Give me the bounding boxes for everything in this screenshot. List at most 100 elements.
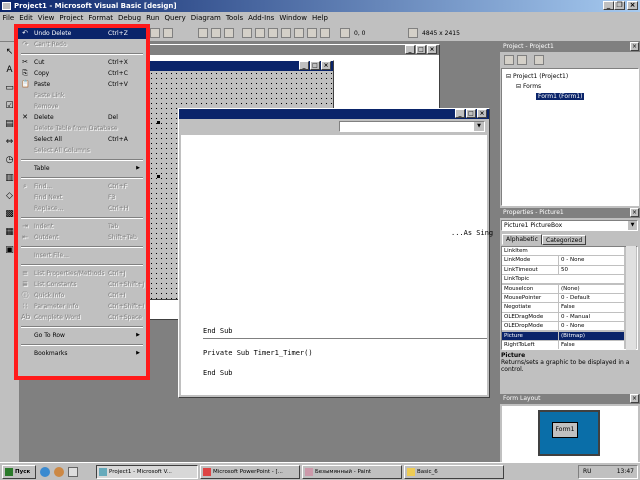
property-value[interactable]: 0 - Default — [558, 294, 624, 303]
property-grid: LinkItem LinkMode 0 - None LinkTimeout 50 Lin… — [501, 246, 638, 350]
property-name: LinkMode — [504, 257, 531, 264]
position-icon — [340, 28, 350, 38]
property-row[interactable]: Picture (Bitmap) — [502, 331, 624, 341]
properties-close-icon[interactable]: × — [630, 208, 639, 217]
quicklaunch-ie-icon[interactable] — [40, 467, 50, 477]
designer-close-button[interactable]: × — [427, 45, 437, 54]
quicklaunch-desktop-icon[interactable] — [68, 467, 78, 477]
property-value[interactable]: False — [558, 303, 624, 313]
view-code-icon[interactable] — [504, 55, 514, 65]
code-close-button[interactable]: × — [477, 109, 487, 118]
stop-icon[interactable] — [224, 28, 234, 38]
data-view-icon[interactable] — [307, 28, 317, 38]
menu-window[interactable]: Window — [277, 12, 310, 25]
object-dropdown[interactable]: Picture1 PictureBox ▼ — [501, 220, 638, 231]
code-editor[interactable]: ...As Sing End Sub Private Sub Timer1_Ti… — [181, 135, 493, 395]
form-layout-canvas: Form1 — [502, 406, 638, 462]
monitor-icon: Form1 — [538, 410, 600, 456]
property-row[interactable]: LinkMode 0 - None — [502, 256, 624, 266]
restore-button[interactable]: ❐ — [614, 1, 625, 10]
position-readout: 0, 0 — [354, 30, 366, 37]
property-row[interactable]: MouseIcon (None) — [502, 284, 624, 294]
project-close-icon[interactable]: × — [630, 42, 639, 51]
form-layout-window: Form Layout × Form1 — [500, 394, 640, 462]
menu-help[interactable]: Help — [309, 12, 330, 25]
selection-handle[interactable] — [157, 175, 160, 178]
property-row[interactable]: LinkTimeout 50 — [502, 265, 624, 275]
designer-minimize-button[interactable]: _ — [405, 45, 415, 54]
code-minimize-button[interactable]: _ — [455, 109, 465, 118]
menu-addins[interactable]: Add-Ins — [246, 12, 277, 25]
toggle-folders-icon[interactable] — [534, 55, 544, 65]
tab-alphabetic[interactable]: Alphabetic — [502, 234, 542, 245]
code-maximize-button[interactable]: □ — [466, 109, 476, 118]
property-value[interactable]: (Bitmap) — [558, 331, 624, 341]
visual-component-icon[interactable] — [320, 28, 330, 38]
taskbar: Пуск Project1 - Microsoft V... Microsoft… — [0, 462, 640, 480]
toolbar-undo-icon[interactable] — [150, 28, 160, 38]
property-value[interactable]: 0 - Manual — [558, 312, 624, 322]
language-indicator[interactable]: RU — [583, 466, 592, 478]
form1-maximize-button[interactable]: □ — [310, 61, 320, 70]
size-readout: 4845 x 2415 — [422, 30, 460, 37]
pause-icon[interactable] — [211, 28, 221, 38]
form-layout-close-icon[interactable]: × — [630, 394, 639, 403]
property-name: OLEDropMode — [504, 323, 544, 330]
tree-folder[interactable]: ⊟ Forms — [516, 83, 541, 90]
run-icon[interactable] — [198, 28, 208, 38]
property-row[interactable]: RightToLeft False — [502, 341, 624, 349]
right-dock-pane: Project - Project1 × ⊟ Project1 (Project1… — [500, 42, 640, 462]
form-layout-form[interactable]: Form1 — [552, 422, 578, 438]
selection-handle[interactable] — [157, 121, 160, 124]
property-scrollbar[interactable] — [626, 246, 636, 350]
task-folder[interactable]: Basic_6 — [404, 465, 504, 479]
windows-logo-icon — [5, 468, 13, 476]
property-name: LinkTimeout — [504, 266, 538, 273]
task-vb[interactable]: Project1 - Microsoft V... — [96, 465, 198, 479]
view-object-icon[interactable] — [517, 55, 527, 65]
description-text: Returns/sets a graphic to be displayed i… — [501, 359, 630, 373]
form1-minimize-button[interactable]: _ — [299, 61, 309, 70]
toolbar-redo-icon[interactable] — [163, 28, 173, 38]
menu-query[interactable]: Query — [162, 12, 188, 25]
minimize-button[interactable]: _ — [603, 1, 614, 10]
task-paint[interactable]: Безымянный - Paint — [302, 465, 402, 479]
tab-categorized[interactable]: Categorized — [542, 235, 587, 245]
property-value[interactable]: 0 - None — [558, 322, 624, 332]
vb-app-icon — [2, 2, 11, 10]
property-value[interactable]: (None) — [558, 284, 624, 294]
property-value[interactable]: False — [558, 341, 624, 349]
quicklaunch-mail-icon[interactable] — [54, 467, 64, 477]
menu-diagram[interactable]: Diagram — [188, 12, 223, 25]
property-row[interactable]: LinkTopic — [502, 275, 624, 285]
property-row[interactable]: MousePointer 0 - Default — [502, 294, 624, 304]
task-powerpoint[interactable]: Microsoft PowerPoint - [... — [200, 465, 300, 479]
project-explorer-icon[interactable] — [242, 28, 252, 38]
code-line: Private Sub Timer1_Timer() — [203, 349, 313, 357]
menu-tools[interactable]: Tools — [223, 12, 245, 25]
designer-maximize-button[interactable]: □ — [416, 45, 426, 54]
code-line: End Sub — [203, 327, 233, 335]
start-button[interactable]: Пуск — [2, 465, 36, 479]
form1-close-button[interactable]: × — [321, 61, 331, 70]
description-title: Picture — [501, 352, 526, 359]
object-browser-icon[interactable] — [281, 28, 291, 38]
tree-root[interactable]: ⊟ Project1 (Project1) — [506, 73, 568, 80]
property-row[interactable]: LinkItem — [502, 247, 624, 257]
window-titlebar: Project1 - Microsoft Visual Basic [desig… — [0, 0, 640, 12]
form-layout-icon[interactable] — [268, 28, 278, 38]
property-row[interactable]: OLEDragMode 0 - Manual — [502, 312, 624, 322]
property-value[interactable]: 0 - None — [558, 256, 624, 266]
close-button[interactable]: × — [627, 1, 638, 10]
property-name: OLEDragMode — [504, 313, 544, 320]
toolbox-icon[interactable] — [294, 28, 304, 38]
property-row[interactable]: Negotiate False — [502, 303, 624, 313]
tree-form-item[interactable]: Form1 (Form1) — [536, 93, 585, 100]
chevron-down-icon[interactable]: ▼ — [628, 221, 637, 230]
properties-icon[interactable] — [255, 28, 265, 38]
property-value[interactable]: 50 — [558, 265, 624, 275]
chevron-down-icon[interactable]: ▼ — [474, 122, 484, 131]
procedure-dropdown[interactable]: ▼ — [339, 121, 485, 132]
system-tray: RU 13:47 — [578, 465, 638, 479]
property-row[interactable]: OLEDropMode 0 - None — [502, 322, 624, 332]
